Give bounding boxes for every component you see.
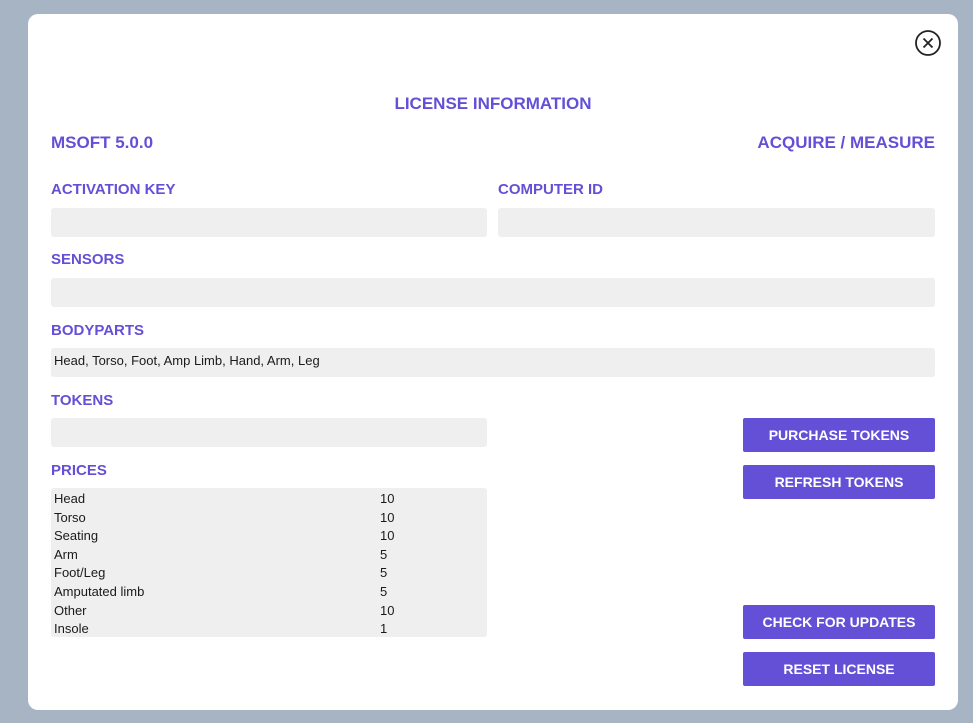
license-dialog: LICENSE INFORMATION MSOFT 5.0.0 ACQUIRE …: [28, 14, 958, 710]
price-row: Torso 10: [54, 509, 484, 528]
price-row: Amputated limb 5: [54, 583, 484, 602]
reset-license-button[interactable]: RESET LICENSE: [743, 652, 935, 686]
product-mode: ACQUIRE / MEASURE: [757, 133, 935, 152]
bodyparts-field: Head, Torso, Foot, Amp Limb, Hand, Arm, …: [51, 348, 935, 377]
price-value: 5: [380, 546, 388, 562]
price-row: Seating 10: [54, 527, 484, 546]
activation-key-label: ACTIVATION KEY: [51, 181, 176, 198]
activation-key-field: [51, 208, 487, 237]
computer-id-label: COMPUTER ID: [498, 181, 603, 198]
check-for-updates-button[interactable]: CHECK FOR UPDATES: [743, 605, 935, 639]
price-name: Foot/Leg: [54, 565, 106, 581]
refresh-tokens-button[interactable]: REFRESH TOKENS: [743, 465, 935, 499]
price-row: Arm 5: [54, 546, 484, 565]
prices-table: Head 10 Torso 10 Seating 10 Arm 5 Foot/L…: [51, 488, 487, 637]
price-name: Seating: [54, 528, 99, 544]
price-name: Insole: [54, 621, 89, 637]
price-name: Torso: [54, 509, 86, 525]
tokens-field: [51, 418, 487, 447]
computer-id-field: [498, 208, 935, 237]
price-value: 1: [380, 621, 388, 637]
close-icon: [915, 30, 941, 56]
price-value: 10: [380, 602, 395, 618]
prices-label: PRICES: [51, 462, 107, 479]
product-name: MSOFT 5.0.0: [51, 133, 154, 152]
sensors-label: SENSORS: [51, 251, 125, 268]
price-row: Head 10: [54, 490, 484, 509]
price-value: 5: [380, 565, 388, 581]
purchase-tokens-button[interactable]: PURCHASE TOKENS: [743, 418, 935, 452]
price-value: 10: [380, 491, 395, 506]
price-name: Head: [54, 491, 86, 506]
price-name: Arm: [54, 546, 78, 562]
price-name: Amputated limb: [54, 583, 145, 599]
close-button[interactable]: [915, 30, 941, 56]
price-value: 10: [380, 528, 395, 544]
price-value: 5: [380, 583, 388, 599]
tokens-label: TOKENS: [51, 392, 114, 409]
price-row: Other 10: [54, 602, 484, 621]
bodyparts-label: BODYPARTS: [51, 322, 145, 339]
price-name: Other: [54, 602, 87, 618]
price-row: Foot/Leg 5: [54, 564, 484, 583]
sensors-field: [51, 278, 935, 307]
price-value: 10: [380, 509, 395, 525]
dialog-title: LICENSE INFORMATION: [394, 94, 592, 113]
price-row: Insole 1: [54, 620, 484, 639]
